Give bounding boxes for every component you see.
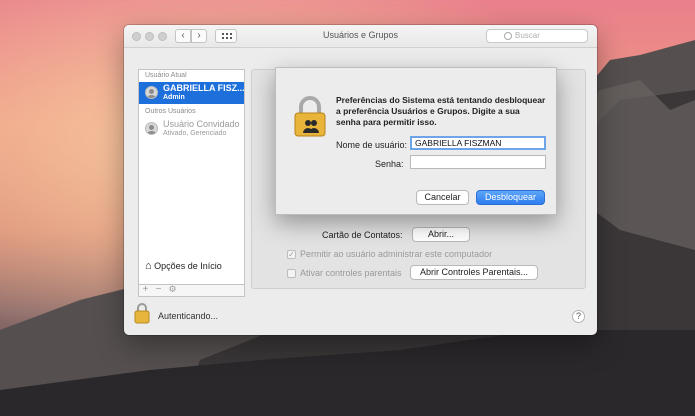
password-field[interactable]: [410, 155, 546, 169]
cancel-button[interactable]: Cancelar: [416, 190, 469, 205]
parental-controls-label: Ativar controles parentais: [300, 268, 402, 278]
add-user-button[interactable]: +: [139, 284, 152, 295]
open-parental-controls-button[interactable]: Abrir Controles Parentais...: [410, 265, 538, 280]
login-options-label: Opções de Início: [154, 261, 222, 271]
contacts-card-label: Cartão de Contatos:: [322, 230, 403, 240]
username-label: Nome de usuário:: [336, 140, 408, 150]
lock-icon: [294, 96, 326, 137]
search-field[interactable]: Buscar: [486, 29, 588, 43]
guest-user-status: Ativado, Gerenciado: [163, 130, 227, 137]
guest-user-name: Usuário Convidado: [163, 119, 240, 129]
house-icon: ⌂: [145, 260, 152, 272]
current-user-role: Admin: [163, 94, 185, 101]
open-contacts-button[interactable]: Abrir...: [412, 227, 470, 242]
title-bar: ‹ › Usuários e Grupos Buscar: [124, 25, 597, 48]
sidebar-actions: + − ⚙: [138, 284, 245, 297]
status-text: Autenticando...: [158, 311, 219, 321]
unlock-button[interactable]: Desbloquear: [476, 190, 545, 205]
current-user-name: GABRIELLA FISZ...: [163, 83, 245, 93]
user-item-guest[interactable]: Usuário Convidado Ativado, Gerenciado: [139, 118, 244, 140]
current-user-header: Usuário Atual: [145, 72, 187, 79]
user-item-current[interactable]: GABRIELLA FISZ... Admin: [139, 82, 245, 104]
window-footer: Autenticando...: [124, 297, 597, 335]
avatar: [145, 122, 158, 135]
search-icon: [504, 32, 512, 40]
users-sidebar: Usuário Atual GABRIELLA FISZ... Admin Ou…: [138, 69, 245, 285]
dialog-message: Preferências do Sistema está tentando de…: [336, 95, 546, 127]
username-field[interactable]: GABRIELLA FISZMAN: [410, 136, 546, 150]
avatar: [145, 86, 158, 99]
other-users-header: Outros Usuários: [145, 108, 196, 115]
help-button[interactable]: ?: [572, 310, 585, 323]
remove-user-button[interactable]: −: [152, 284, 165, 295]
allow-admin-checkbox[interactable]: ✓: [287, 250, 296, 259]
lock-icon[interactable]: [134, 302, 150, 324]
allow-admin-label: Permitir ao usuário administrar este com…: [300, 249, 493, 259]
authentication-dialog: Preferências do Sistema está tentando de…: [275, 67, 557, 215]
password-label: Senha:: [375, 159, 404, 169]
parental-controls-checkbox[interactable]: [287, 269, 296, 278]
gear-icon[interactable]: ⚙: [166, 284, 179, 295]
login-options-item[interactable]: ⌂ Opções de Início: [145, 260, 222, 272]
